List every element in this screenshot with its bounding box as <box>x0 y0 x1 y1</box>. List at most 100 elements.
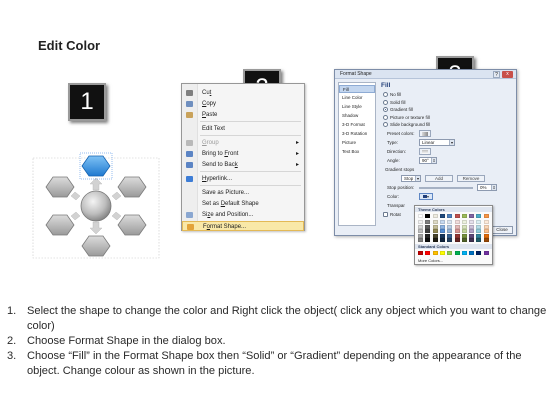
menu-item-hyperlink[interactable]: Hyperlink... <box>182 174 304 184</box>
fill-option-solid-fill[interactable]: Solid fill <box>383 99 406 106</box>
theme-shade-swatch[interactable] <box>425 238 431 242</box>
theme-color-swatch[interactable] <box>418 214 423 218</box>
fill-option-no-fill[interactable]: No fill <box>383 91 401 98</box>
fill-option-picture-or-texture-fill[interactable]: Picture or texture fill <box>383 114 430 121</box>
stop-position-input[interactable]: 0% ⇕ <box>477 184 497 191</box>
category-picture[interactable]: Picture <box>339 139 375 147</box>
standard-color-swatch[interactable] <box>454 251 460 255</box>
category-line-style[interactable]: Line Style <box>339 103 375 111</box>
theme-shade-swatch[interactable] <box>461 233 467 238</box>
menu-item-save-as-picture[interactable]: Save as Picture... <box>182 188 304 198</box>
theme-shade-swatch[interactable] <box>425 233 431 238</box>
remove-stop-button[interactable]: Remove <box>457 175 485 182</box>
theme-shade-swatch[interactable] <box>454 224 460 229</box>
standard-color-swatch[interactable] <box>469 251 475 255</box>
theme-shade-swatch[interactable] <box>439 233 445 238</box>
radio-button[interactable] <box>383 122 388 128</box>
type-select[interactable]: Linear ▾ <box>419 139 455 146</box>
theme-shade-swatch[interactable] <box>476 220 482 224</box>
fill-option-slide-background-fill[interactable]: Slide background fill <box>383 121 430 128</box>
theme-shade-swatch[interactable] <box>483 233 489 238</box>
theme-shade-swatch[interactable] <box>432 220 438 224</box>
standard-color-swatch[interactable] <box>432 251 438 255</box>
theme-shade-swatch[interactable] <box>447 229 453 233</box>
theme-shade-swatch[interactable] <box>432 229 438 233</box>
theme-color-swatch[interactable] <box>439 214 445 218</box>
radio-button[interactable] <box>383 114 388 120</box>
close-button[interactable]: Close <box>491 226 513 234</box>
standard-color-swatch[interactable] <box>447 251 453 255</box>
theme-color-swatch[interactable] <box>432 214 438 218</box>
color-picker-button[interactable]: ▾ <box>419 193 433 200</box>
standard-color-swatch[interactable] <box>476 251 482 255</box>
add-stop-button[interactable]: Add <box>425 175 453 182</box>
theme-shade-swatch[interactable] <box>432 233 438 238</box>
dialog-close-icon[interactable]: x <box>502 71 513 78</box>
theme-shade-swatch[interactable] <box>469 229 475 233</box>
theme-shade-swatch[interactable] <box>447 224 453 229</box>
standard-color-swatch[interactable] <box>483 251 489 255</box>
radio-button[interactable] <box>383 92 388 98</box>
preset-colors-dropdown[interactable] <box>419 130 431 137</box>
standard-color-swatch[interactable] <box>425 251 431 255</box>
hexagon-upper-left[interactable] <box>45 176 75 198</box>
category-3-d-format[interactable]: 3-D Format <box>339 121 375 129</box>
theme-shade-swatch[interactable] <box>432 238 438 242</box>
theme-shade-swatch[interactable] <box>432 224 438 229</box>
theme-shade-swatch[interactable] <box>483 229 489 233</box>
theme-shade-swatch[interactable] <box>461 224 467 229</box>
menu-item-size-and-position[interactable]: Size and Position... <box>182 210 304 220</box>
theme-shade-swatch[interactable] <box>476 238 482 242</box>
menu-item-format-shape[interactable]: Format Shape... <box>182 221 304 231</box>
theme-shade-swatch[interactable] <box>469 220 475 224</box>
theme-shade-swatch[interactable] <box>425 229 431 233</box>
stop-select[interactable]: Stop 1 ▾ <box>401 175 421 182</box>
theme-shade-swatch[interactable] <box>461 229 467 233</box>
theme-shade-swatch[interactable] <box>418 238 423 242</box>
theme-color-swatch[interactable] <box>483 214 489 218</box>
theme-color-swatch[interactable] <box>469 214 475 218</box>
theme-shade-swatch[interactable] <box>483 224 489 229</box>
theme-color-swatch[interactable] <box>447 214 453 218</box>
standard-color-swatch[interactable] <box>439 251 445 255</box>
theme-shade-swatch[interactable] <box>439 229 445 233</box>
angle-input[interactable]: 90° ⇕ <box>419 157 437 164</box>
direction-dropdown[interactable] <box>419 148 431 155</box>
category-shadow[interactable]: Shadow <box>339 112 375 120</box>
theme-shade-swatch[interactable] <box>418 224 423 229</box>
hexagon-lower-left[interactable] <box>45 214 75 236</box>
menu-item-edit-text[interactable]: Edit Text <box>182 124 304 134</box>
theme-shade-swatch[interactable] <box>439 238 445 242</box>
theme-shade-swatch[interactable] <box>476 229 482 233</box>
rotate-checkbox[interactable] <box>383 212 388 218</box>
theme-shade-swatch[interactable] <box>454 220 460 224</box>
menu-item-cut[interactable]: Cut <box>182 88 304 98</box>
menu-item-copy[interactable]: Copy <box>182 99 304 109</box>
hexagon-bottom[interactable] <box>81 235 111 257</box>
help-button[interactable]: ? <box>493 71 500 78</box>
radio-button[interactable] <box>383 107 388 113</box>
theme-shade-swatch[interactable] <box>439 224 445 229</box>
category-3-d-rotation[interactable]: 3-D Rotation <box>339 130 375 138</box>
hexagon-top-selected[interactable] <box>81 155 111 177</box>
menu-item-set-as-default-shape[interactable]: Set as Default Shape <box>182 199 304 209</box>
theme-shade-swatch[interactable] <box>454 238 460 242</box>
category-text-box[interactable]: Text Box <box>339 148 375 156</box>
theme-shade-swatch[interactable] <box>447 220 453 224</box>
theme-color-swatch[interactable] <box>425 214 431 218</box>
theme-shade-swatch[interactable] <box>483 220 489 224</box>
hexagon-upper-right[interactable] <box>117 176 147 198</box>
theme-shade-swatch[interactable] <box>469 238 475 242</box>
theme-shade-swatch[interactable] <box>483 238 489 242</box>
theme-shade-swatch[interactable] <box>425 224 431 229</box>
category-line-color[interactable]: Line Color <box>339 94 375 102</box>
category-fill[interactable]: Fill <box>339 85 375 93</box>
theme-shade-swatch[interactable] <box>461 220 467 224</box>
theme-color-swatch[interactable] <box>476 214 482 218</box>
theme-shade-swatch[interactable] <box>418 233 423 238</box>
standard-color-swatch[interactable] <box>418 251 423 255</box>
stop-position-slider[interactable] <box>419 187 473 189</box>
theme-color-swatch[interactable] <box>461 214 467 218</box>
theme-shade-swatch[interactable] <box>476 224 482 229</box>
theme-shade-swatch[interactable] <box>469 233 475 238</box>
